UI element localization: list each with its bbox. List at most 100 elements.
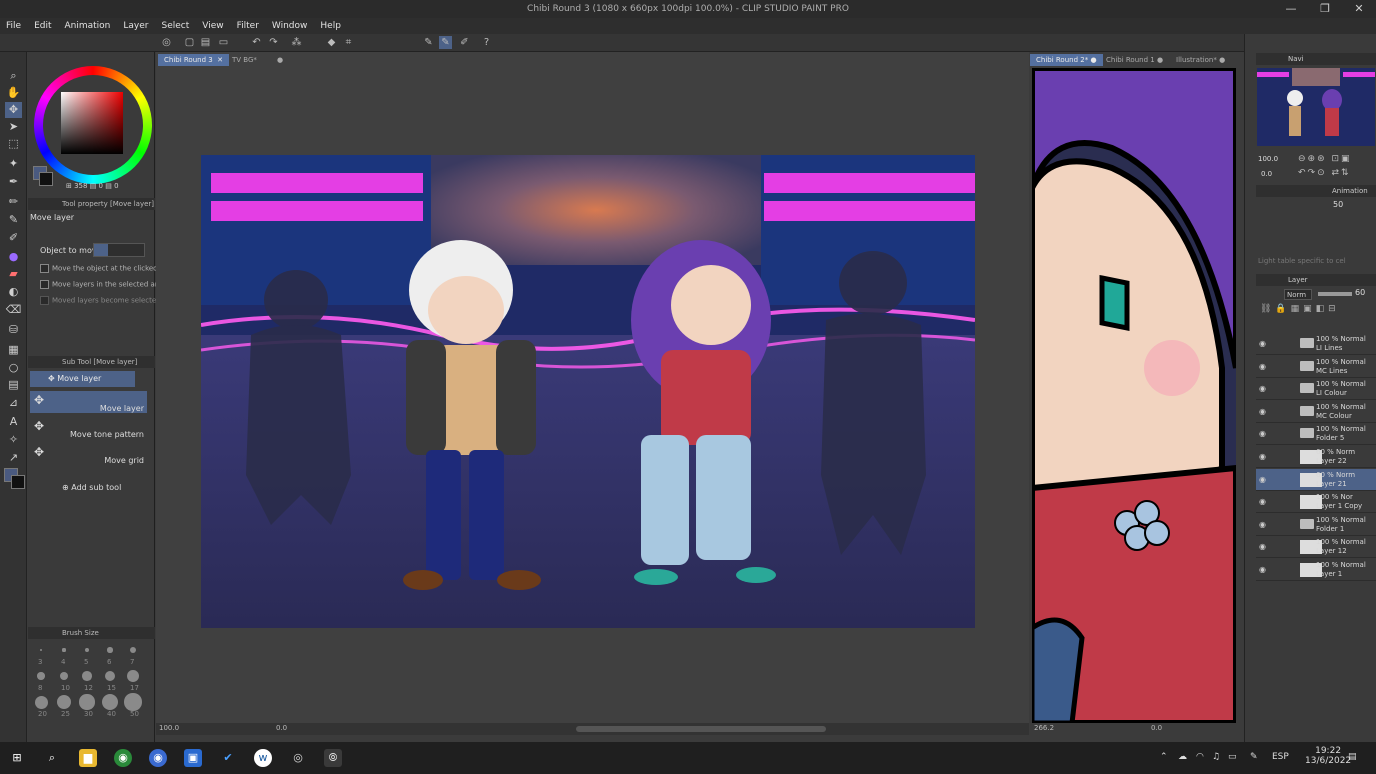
layer-row[interactable]: ◉ 60 % Norm Layer 22	[1256, 446, 1376, 468]
todo-icon[interactable]: ✔	[219, 749, 237, 767]
layer-row[interactable]: ◉ 100 % Normal Folder 1	[1256, 514, 1376, 536]
layer-row[interactable]: ◉ 100 % Nor Layer 1 Copy	[1256, 491, 1376, 514]
eraser-icon[interactable]: ⌫	[5, 302, 22, 318]
minimize-button[interactable]: —	[1274, 0, 1308, 18]
canvas-angle-readout[interactable]: 0.0	[276, 724, 287, 732]
eraser-tool-icon[interactable]: ▰	[5, 266, 22, 282]
close-button[interactable]: ✕	[1342, 0, 1376, 18]
brush-size-option[interactable]	[37, 672, 45, 680]
layer-row[interactable]: ◉ 100 % Normal Layer 1	[1256, 559, 1376, 581]
horizontal-scrollbar[interactable]	[576, 726, 826, 732]
layer-row[interactable]: ◉ 100 % Normal LI Lines	[1256, 333, 1376, 355]
eye-icon[interactable]: ◉	[1259, 452, 1266, 461]
option-selected-area[interactable]: Move layers in the selected area	[40, 280, 166, 289]
brush-mode-icon[interactable]: ✐	[458, 36, 471, 49]
frame-tool-icon[interactable]: ▤	[5, 377, 22, 393]
save-icon[interactable]: ▭	[217, 36, 230, 49]
decoration-tool-icon[interactable]: ●	[5, 249, 22, 265]
store-icon[interactable]: ▣	[184, 749, 202, 767]
windows-start-icon[interactable]: ⊞	[8, 749, 26, 767]
brush-size-option[interactable]	[127, 670, 139, 682]
menu-animation[interactable]: Animation	[65, 21, 111, 31]
pen-tool-icon[interactable]: ✒	[5, 174, 22, 190]
canvas-zoom-readout[interactable]: 100.0	[159, 724, 179, 732]
menu-select[interactable]: Select	[161, 21, 189, 31]
fill-tool-icon[interactable]: ⛁	[5, 322, 22, 338]
layer-row[interactable]: ◉ 100 % Normal Folder 5	[1256, 423, 1376, 446]
navigator-angle-readout[interactable]: 0.0	[1261, 170, 1272, 178]
layer-row[interactable]: ◉ 60 % Norm Layer 21	[1256, 468, 1376, 491]
notification-icon[interactable]: ▤	[1348, 752, 1357, 762]
navigator-zoom-readout[interactable]: 100.0	[1258, 155, 1278, 163]
zoom-tool-icon[interactable]: ⌕	[5, 68, 22, 84]
redo-icon[interactable]: ↷	[267, 36, 280, 49]
brush-size-option[interactable]	[124, 693, 142, 711]
brush-size-option[interactable]	[40, 649, 42, 651]
file-explorer-icon[interactable]: ▆	[79, 749, 97, 767]
clip-studio-launcher-icon[interactable]: ◎	[289, 749, 307, 767]
eye-icon[interactable]: ◉	[1259, 520, 1266, 529]
tab-chibi-round-3[interactable]: Chibi Round 3 ✕	[158, 54, 230, 66]
eye-icon[interactable]: ◉	[1259, 542, 1266, 551]
search-icon[interactable]: ⌕	[43, 749, 61, 767]
brush-size-option[interactable]	[104, 670, 116, 682]
open-file-icon[interactable]: ▤	[199, 36, 212, 49]
correct-line-tool-icon[interactable]: ↗	[5, 450, 22, 466]
eye-icon[interactable]: ◉	[1259, 497, 1266, 506]
chrome-profile-icon[interactable]: ◉	[149, 749, 167, 767]
secondary-angle-readout[interactable]: 0.0	[1151, 724, 1162, 732]
blend-tool-icon[interactable]: ◐	[5, 284, 22, 300]
subtool-move-layer[interactable]: ✥ Move layer	[30, 391, 147, 413]
maximize-button[interactable]: ❐	[1308, 0, 1342, 18]
ruler-tool-icon[interactable]: ⊿	[5, 395, 22, 411]
brush-size-option[interactable]	[59, 671, 69, 681]
undo-icon[interactable]: ↶	[250, 36, 263, 49]
add-sub-tool-button[interactable]: ⊕ Add sub tool	[62, 483, 121, 492]
blend-mode-select[interactable]: Norm	[1284, 289, 1312, 300]
menu-view[interactable]: View	[202, 21, 223, 31]
clock[interactable]: 19:22 13/6/2022	[1305, 746, 1351, 766]
layer-toolbar-icons[interactable]: ⛓🔒▦▣◧⊟	[1260, 304, 1340, 314]
pen-active-icon[interactable]: ✎	[439, 36, 452, 49]
eye-icon[interactable]: ◉	[1259, 429, 1266, 438]
pencil-tool-icon[interactable]: ✏	[5, 194, 22, 210]
eye-icon[interactable]: ◉	[1259, 339, 1266, 348]
pen-mode-icon[interactable]: ✎	[422, 36, 435, 49]
selection-tool-icon[interactable]: ⬚	[5, 136, 22, 152]
tray-wifi-icon[interactable]: ◠	[1196, 752, 1204, 762]
help-icon[interactable]: ?	[480, 36, 493, 49]
eye-icon[interactable]: ◉	[1259, 407, 1266, 416]
text-tool-icon[interactable]: A	[5, 414, 22, 430]
balloon-tool-icon[interactable]: ✧	[5, 432, 22, 448]
navigator-zoom-buttons[interactable]: ⊖⊕⊛ ⊡▣	[1298, 154, 1352, 164]
deselect-icon[interactable]: ⁂	[290, 36, 303, 49]
tray-display-icon[interactable]: ▭	[1228, 752, 1237, 762]
fill-icon[interactable]: ◆	[325, 36, 338, 49]
airbrush-tool-icon[interactable]: ✐	[5, 230, 22, 246]
layer-row[interactable]: ◉ 100 % Normal MC Colour	[1256, 401, 1376, 423]
layer-opacity-value[interactable]: 60	[1355, 288, 1365, 297]
layer-row[interactable]: ◉ 100 % Normal MC Lines	[1256, 356, 1376, 378]
layer-row[interactable]: ◉ 100 % Normal Layer 12	[1256, 536, 1376, 559]
tray-pen-icon[interactable]: ✎	[1250, 752, 1258, 762]
menu-help[interactable]: Help	[320, 21, 341, 31]
eye-icon[interactable]: ◉	[1259, 384, 1266, 393]
menu-edit[interactable]: Edit	[34, 21, 51, 31]
brush-size-option[interactable]	[82, 671, 92, 681]
hand-tool-icon[interactable]: ✋	[5, 85, 22, 101]
eye-icon[interactable]: ◉	[1259, 565, 1266, 574]
brush-size-option[interactable]	[107, 647, 113, 653]
tray-cloud-icon[interactable]: ☁	[1178, 752, 1187, 762]
brush-size-option[interactable]	[34, 695, 48, 709]
secondary-zoom-readout[interactable]: 266.2	[1034, 724, 1054, 732]
option-become-selected[interactable]: Moved layers become selected	[40, 296, 161, 305]
chrome-icon[interactable]: ◉	[114, 749, 132, 767]
option-clicked-pos[interactable]: Move the object at the clicked pos	[40, 264, 172, 273]
tab-chibi-round-2[interactable]: Chibi Round 2* ●	[1030, 54, 1103, 66]
tab-chibi-round-1[interactable]: Chibi Round 1 ●	[1100, 54, 1169, 66]
animation-opacity[interactable]: 50	[1333, 200, 1343, 209]
layer-opacity-slider[interactable]	[1318, 292, 1352, 296]
move-tool-icon[interactable]: ✥	[5, 102, 22, 118]
brush-size-option[interactable]	[56, 694, 72, 710]
menu-layer[interactable]: Layer	[123, 21, 148, 31]
